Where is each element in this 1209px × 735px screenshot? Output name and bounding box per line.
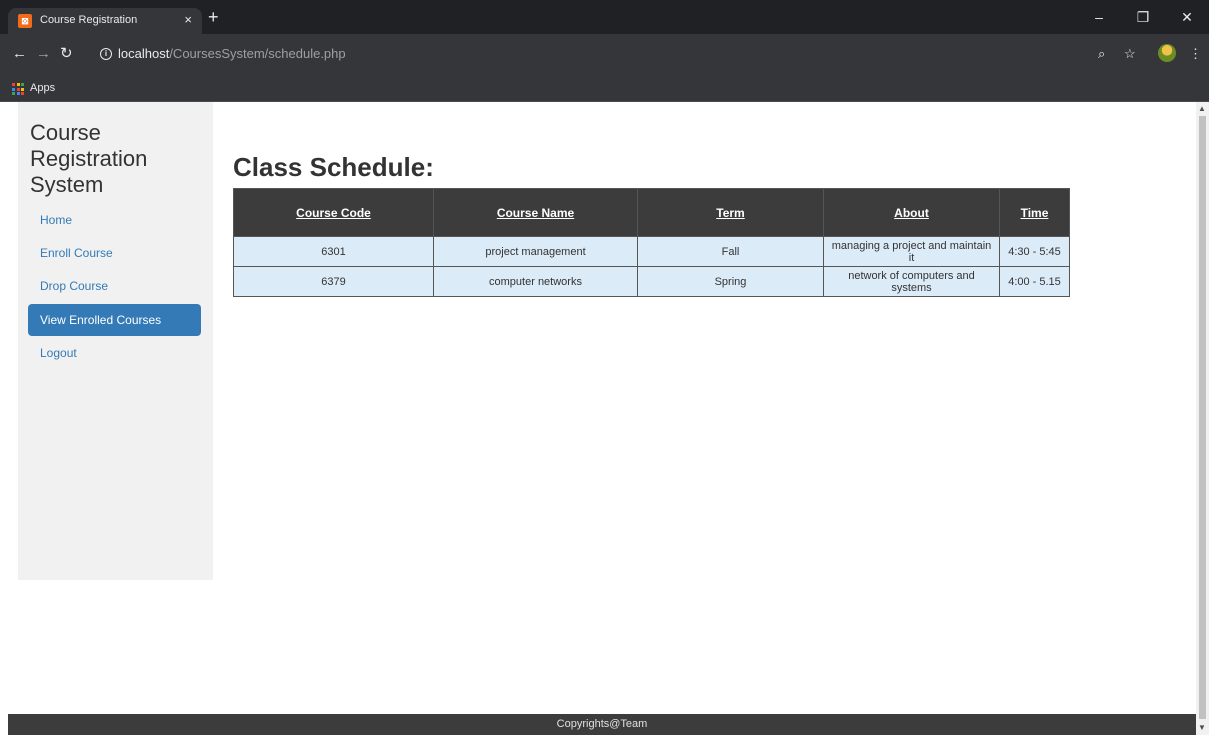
sidebar-item-enroll-course[interactable]: Enroll Course [28, 237, 201, 269]
close-window-button[interactable]: ✕ [1165, 0, 1209, 34]
forward-arrow-icon[interactable]: → [36, 46, 51, 62]
page-title: Class Schedule: [233, 152, 434, 182]
page-content: Course Registration System Home Enroll C… [0, 102, 1196, 735]
sidebar-item-logout[interactable]: Logout [28, 337, 201, 369]
header-time[interactable]: Time [999, 188, 1070, 237]
tab-title: Course Registration [40, 14, 138, 26]
browser-tab[interactable]: ⊠ Course Registration × [8, 8, 202, 34]
header-about[interactable]: About [823, 188, 1000, 237]
cell-course-code: 6301 [233, 236, 434, 267]
zoom-icon[interactable]: ⌕ [1098, 46, 1105, 62]
cell-time: 4:30 - 5:45 [999, 236, 1070, 267]
scroll-thumb[interactable] [1199, 116, 1206, 719]
header-term[interactable]: Term [637, 188, 824, 237]
brand-title: Course Registration System [30, 120, 148, 197]
scroll-up-arrow-icon[interactable]: ▲ [1198, 104, 1206, 113]
tab-close-icon[interactable]: × [184, 12, 192, 27]
reload-icon[interactable]: ↻ [60, 46, 73, 62]
cell-course-name: project management [433, 236, 638, 267]
profile-avatar[interactable] [1158, 44, 1176, 62]
cell-about: managing a project and maintain it [823, 236, 1000, 267]
table-header-row: Course Code Course Name Term About Time [233, 188, 1070, 237]
cell-term: Fall [637, 236, 824, 267]
back-arrow-icon[interactable]: ← [12, 46, 27, 62]
sidebar: Course Registration System Home Enroll C… [18, 102, 213, 580]
cell-about: network of computers and systems [823, 266, 1000, 297]
cell-time: 4:00 - 5.15 [999, 266, 1070, 297]
menu-kebab-icon[interactable]: ⋮ [1189, 46, 1202, 62]
apps-grid-icon[interactable] [12, 83, 24, 95]
header-course-name[interactable]: Course Name [433, 188, 638, 237]
bookmark-star-icon[interactable]: ☆ [1124, 46, 1136, 62]
xampp-favicon-icon: ⊠ [18, 14, 32, 28]
schedule-table: Course Code Course Name Term About Time … [233, 188, 1070, 297]
header-course-code[interactable]: Course Code [233, 188, 434, 237]
footer: Copyrights@Team [8, 714, 1196, 735]
bookmarks-bar: Apps [0, 76, 1209, 102]
sidebar-item-home[interactable]: Home [28, 204, 201, 236]
sidebar-item-drop-course[interactable]: Drop Course [28, 270, 201, 302]
site-info-icon[interactable]: i [100, 48, 112, 60]
restore-button[interactable]: ❐ [1121, 0, 1165, 34]
browser-tab-strip: ⊠ Course Registration × + – ❐ ✕ [0, 0, 1209, 34]
cell-course-code: 6379 [233, 266, 434, 297]
minimize-button[interactable]: – [1077, 0, 1121, 34]
apps-bookmark-label[interactable]: Apps [30, 82, 55, 94]
cell-course-name: computer networks [433, 266, 638, 297]
sidebar-item-view-enrolled-courses[interactable]: View Enrolled Courses [28, 304, 201, 336]
cell-term: Spring [637, 266, 824, 297]
window-controls: – ❐ ✕ [1077, 0, 1209, 34]
new-tab-button[interactable]: + [208, 8, 219, 26]
table-row: 6301 project management Fall managing a … [233, 236, 1070, 267]
table-row: 6379 computer networks Spring network of… [233, 266, 1070, 297]
browser-toolbar: ← → ↻ i localhost/CoursesSystem/schedule… [0, 34, 1209, 76]
scroll-down-arrow-icon[interactable]: ▼ [1198, 723, 1206, 732]
address-bar[interactable]: localhost/CoursesSystem/schedule.php [118, 46, 346, 61]
url-path: /CoursesSystem/schedule.php [169, 46, 346, 61]
page-scrollbar[interactable]: ▲ ▼ [1196, 102, 1209, 735]
url-host: localhost [118, 46, 170, 61]
